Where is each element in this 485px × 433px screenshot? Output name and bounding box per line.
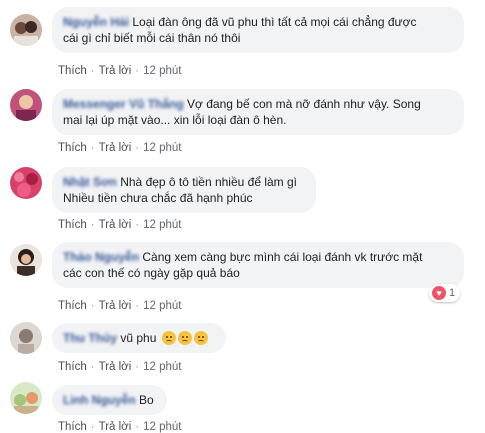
reply-link[interactable]: Trả lời — [99, 65, 132, 77]
comment-text: Loại đàn ông đã vũ phu thì tất cả mọi cá… — [132, 15, 417, 29]
author-name[interactable]: Thu Thủy — [63, 331, 117, 345]
comment-actions: Thích · Trả lời · 12 phút — [58, 300, 182, 312]
like-link[interactable]: Thích — [58, 300, 87, 312]
like-link[interactable]: Thích — [58, 361, 87, 373]
avatar[interactable] — [10, 322, 42, 354]
comment-actions: Thích · Trả lời · 12 phút — [58, 219, 182, 231]
comment-text: Nhà đẹp ô tô tiền nhiều để làm gì — [120, 175, 298, 189]
avatar[interactable] — [10, 167, 42, 199]
comment-text: Bo — [139, 393, 154, 407]
reply-link[interactable]: Trả lời — [99, 361, 132, 373]
reply-link[interactable]: Trả lời — [99, 421, 132, 433]
comment-bubble: Linh Nguyễn Bo — [52, 385, 167, 415]
avatar[interactable] — [10, 244, 42, 276]
comment-text: cái gì chỉ biết mỗi cái thân nó thôi — [63, 31, 241, 45]
timestamp[interactable]: 12 phút — [143, 421, 181, 433]
angry-face-icon — [161, 331, 176, 345]
author-name[interactable]: Messenger Vũ Thắng — [63, 97, 184, 111]
avatar[interactable] — [10, 382, 42, 414]
like-link[interactable]: Thích — [58, 65, 87, 77]
comment-text: Nhiều tiền chưa chắc đã hạnh phúc — [63, 191, 253, 205]
heart-icon: ♥ — [432, 286, 446, 300]
comment-bubble: Nguyễn Hải Loại đàn ông đã vũ phu thì tấ… — [52, 7, 464, 53]
avatar[interactable] — [10, 89, 42, 121]
comment-text: Càng xem càng bực mình cái loại đánh vk … — [142, 250, 423, 264]
comment-bubble: Thảo Nguyễn Càng xem càng bực mình cái l… — [52, 242, 464, 288]
timestamp[interactable]: 12 phút — [143, 300, 181, 312]
comment-bubble: Thu Thủy vũ phu — [52, 323, 226, 353]
reply-link[interactable]: Trả lời — [99, 142, 132, 154]
author-name[interactable]: Nhật Sơn — [63, 175, 117, 189]
author-name[interactable]: Thảo Nguyễn — [63, 250, 139, 264]
comment-bubble: Nhật Sơn Nhà đẹp ô tô tiền nhiều để làm … — [52, 167, 316, 213]
timestamp[interactable]: 12 phút — [143, 142, 181, 154]
author-name[interactable]: Nguyễn Hải — [63, 15, 129, 29]
comment-actions: Thích · Trả lời · 12 phút — [58, 361, 182, 373]
reply-link[interactable]: Trả lời — [99, 300, 132, 312]
comment-actions: Thích · Trả lời · 12 phút — [58, 421, 182, 433]
timestamp[interactable]: 12 phút — [143, 65, 181, 77]
like-link[interactable]: Thích — [58, 421, 87, 433]
comment-bubble: Messenger Vũ Thắng Vợ đang bế con mà nỡ … — [52, 89, 464, 135]
reaction-count[interactable]: ♥ 1 — [429, 284, 461, 302]
comment-text: mai lại úp mặt vào... xin lỗi loại đàn ô… — [63, 113, 287, 127]
angry-face-icon — [193, 331, 208, 345]
comment-text: Vợ đang bế con mà nỡ đánh như vậy. Song — [187, 97, 421, 111]
author-name[interactable]: Linh Nguyễn — [63, 393, 136, 407]
angry-face-icon — [177, 331, 192, 345]
comment-actions: Thích · Trả lời · 12 phút — [58, 142, 182, 154]
timestamp[interactable]: 12 phút — [143, 219, 181, 231]
comment-text: các con thế có ngày gặp quả báo — [63, 266, 240, 280]
like-link[interactable]: Thích — [58, 219, 87, 231]
avatar[interactable] — [10, 14, 42, 46]
comment-actions: Thích · Trả lời · 12 phút — [58, 65, 182, 77]
comment-text: vũ phu — [120, 331, 157, 345]
reply-link[interactable]: Trả lời — [99, 219, 132, 231]
timestamp[interactable]: 12 phút — [143, 361, 181, 373]
like-link[interactable]: Thích — [58, 142, 87, 154]
